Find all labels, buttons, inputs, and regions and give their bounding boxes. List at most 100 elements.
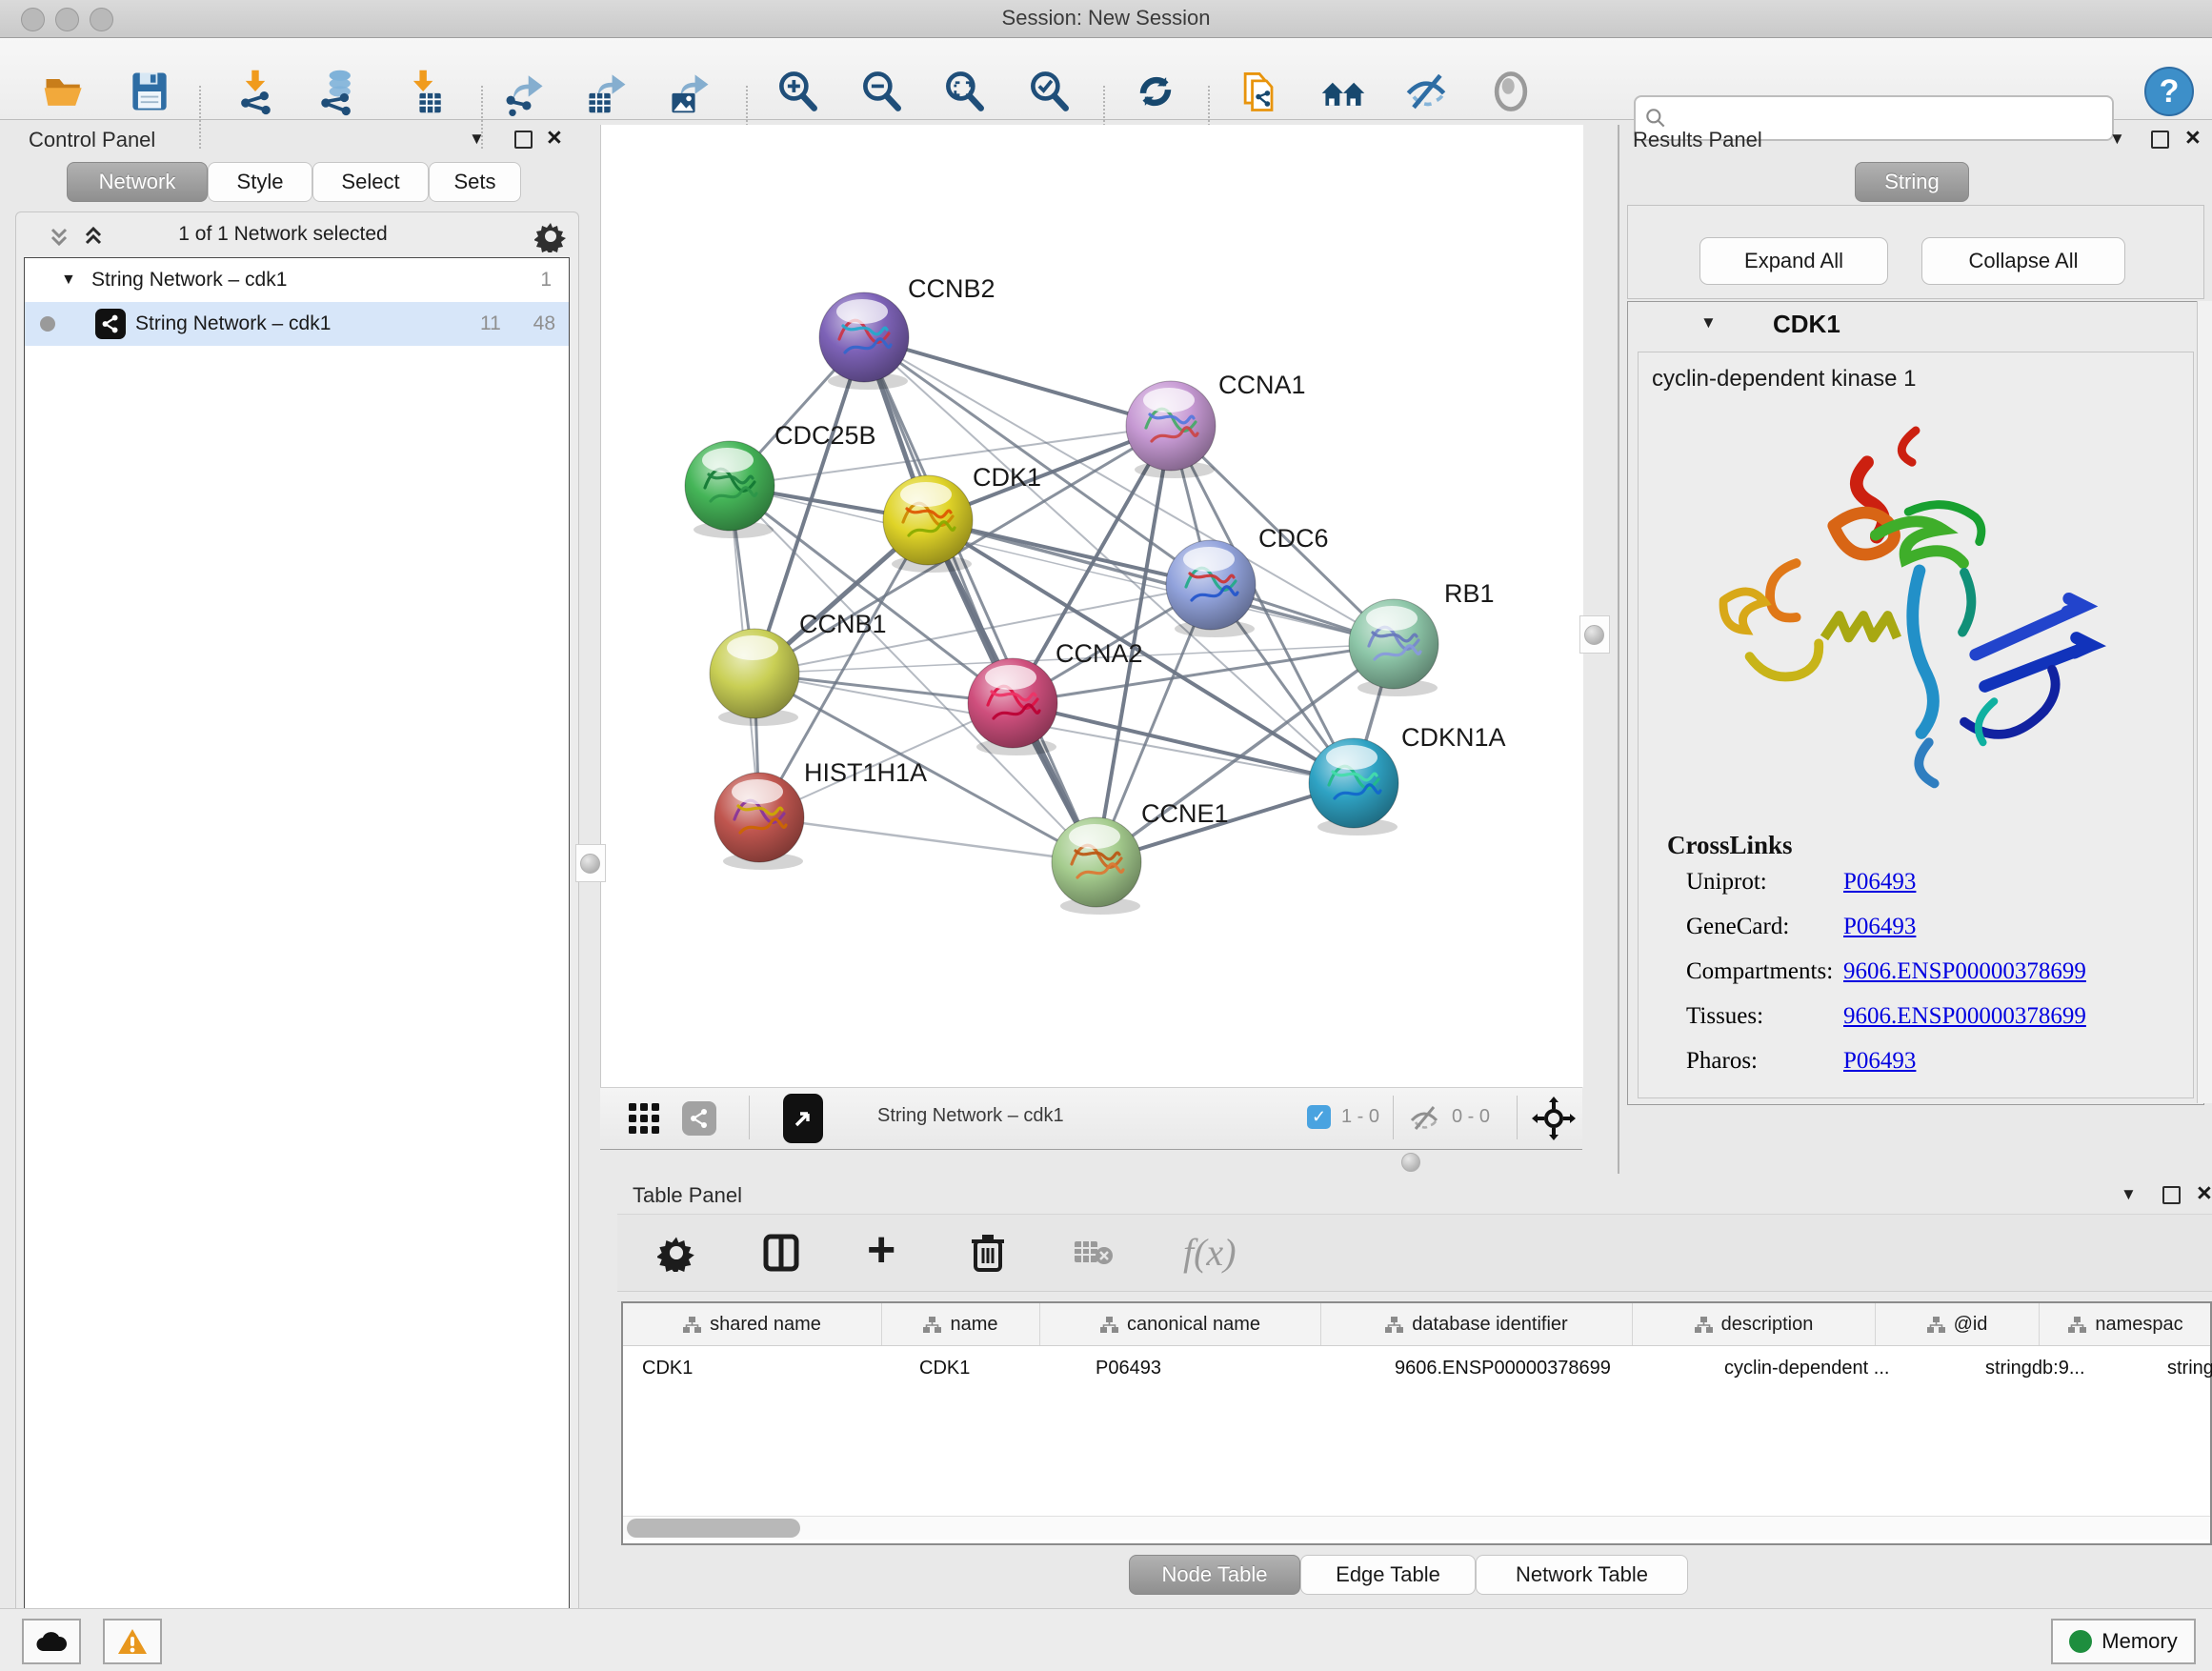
scrollbar-thumb[interactable] xyxy=(627,1519,800,1538)
cloud-status-button[interactable] xyxy=(22,1619,81,1664)
crosslink-link[interactable]: P06493 xyxy=(1843,914,1916,940)
network-graph[interactable]: CCNB2CCNA1CDC25BCDK1CDC6RB1CCNB1CCNA2CDK… xyxy=(601,125,1583,1087)
collection-expand-icon[interactable]: ▼ xyxy=(61,272,76,289)
import-table-icon[interactable] xyxy=(397,64,452,119)
tab-network[interactable]: Network xyxy=(67,162,208,202)
network-node-CCNB2[interactable] xyxy=(819,292,909,390)
table-cell[interactable]: cyclin-dependent ... xyxy=(1705,1346,1966,1390)
splitter-handle-icon[interactable] xyxy=(580,854,600,874)
import-network-file-icon[interactable] xyxy=(228,64,283,119)
horizontal-splitter-handle-icon[interactable] xyxy=(1401,1153,1420,1172)
collapse-all-button[interactable]: Collapse All xyxy=(1921,237,2125,285)
network-node-CDK1[interactable] xyxy=(883,475,973,573)
network-node-CDKN1A[interactable] xyxy=(1309,738,1398,836)
zoom-fit-icon[interactable] xyxy=(937,64,993,119)
zoom-out-icon[interactable] xyxy=(855,64,910,119)
collapse-all-networks-icon[interactable] xyxy=(45,222,73,255)
network-node-CCNA1[interactable] xyxy=(1126,381,1216,478)
results-scrollbar[interactable] xyxy=(2197,301,2212,1103)
tab-select[interactable]: Select xyxy=(312,162,429,202)
expand-all-button[interactable]: Expand All xyxy=(1699,237,1888,285)
save-session-icon[interactable] xyxy=(122,64,177,119)
birds-eye-view-icon[interactable] xyxy=(783,1094,823,1143)
network-canvas[interactable]: CCNB2CCNA1CDC25BCDK1CDC6RB1CCNB1CCNA2CDK… xyxy=(600,125,1583,1087)
zoom-in-icon[interactable] xyxy=(771,64,826,119)
tab-sets[interactable]: Sets xyxy=(429,162,521,202)
refresh-icon[interactable] xyxy=(1128,64,1183,119)
network-edge[interactable] xyxy=(1013,703,1354,783)
function-builder-icon[interactable]: f(x) xyxy=(1183,1230,1237,1275)
open-session-icon[interactable] xyxy=(37,64,92,119)
maximize-panel-icon[interactable] xyxy=(2162,1186,2181,1204)
table-gear-icon[interactable] xyxy=(657,1234,695,1277)
crosslink-link[interactable]: P06493 xyxy=(1843,1048,1916,1075)
table-row[interactable]: CDK1CDK1P064939606.ENSP00000378699cyclin… xyxy=(623,1346,2210,1390)
fit-selected-crosshair-icon[interactable] xyxy=(1532,1097,1576,1145)
splitter-handle-icon[interactable] xyxy=(1584,625,1604,645)
float-panel-icon[interactable]: ▼ xyxy=(2109,130,2125,149)
network-node-RB1[interactable] xyxy=(1349,599,1438,696)
tab-network-table[interactable]: Network Table xyxy=(1476,1555,1688,1595)
tab-string[interactable]: String xyxy=(1855,162,1969,202)
float-panel-icon[interactable]: ▼ xyxy=(2121,1185,2137,1204)
column-header--id[interactable]: @id xyxy=(1876,1303,2040,1345)
network-list-gear-icon[interactable] xyxy=(534,220,567,257)
hidden-eye-icon[interactable] xyxy=(1408,1103,1440,1137)
close-panel-icon[interactable]: × xyxy=(2197,1183,2212,1202)
table-cell[interactable]: CDK1 xyxy=(623,1346,900,1390)
grid-view-icon[interactable] xyxy=(627,1101,661,1140)
collapse-gene-icon[interactable]: ▼ xyxy=(1700,313,1717,332)
export-image-icon[interactable] xyxy=(662,64,717,119)
table-cell[interactable]: stringdb:9... xyxy=(1966,1346,2148,1390)
table-cell[interactable]: stringdb xyxy=(2148,1346,2212,1390)
export-network-icon[interactable] xyxy=(497,64,553,119)
network-node-CDC25B[interactable] xyxy=(685,441,774,538)
gene-header-row[interactable]: ▼ CDK1 xyxy=(1628,302,2203,346)
network-row-selected[interactable]: String Network – cdk1 11 48 xyxy=(25,302,569,346)
zoom-selected-icon[interactable] xyxy=(1022,64,1077,119)
warnings-button[interactable] xyxy=(103,1619,162,1664)
help-icon[interactable]: ? xyxy=(2142,64,2197,119)
delete-column-icon[interactable] xyxy=(968,1232,1008,1278)
table-h-scrollbar[interactable] xyxy=(623,1516,2210,1540)
show-hidden-icon[interactable] xyxy=(1483,64,1538,119)
column-header-canonical-name[interactable]: canonical name xyxy=(1040,1303,1321,1345)
network-node-CCNA2[interactable] xyxy=(968,658,1057,755)
export-table-icon[interactable] xyxy=(579,64,634,119)
column-header-shared-name[interactable]: shared name xyxy=(623,1303,882,1345)
selected-nodes-checkbox[interactable]: ✓ xyxy=(1307,1105,1331,1129)
column-header-name[interactable]: name xyxy=(882,1303,1040,1345)
column-header-description[interactable]: description xyxy=(1633,1303,1876,1345)
select-columns-icon[interactable] xyxy=(762,1234,800,1277)
network-node-CDC6[interactable] xyxy=(1166,540,1256,637)
network-edge[interactable] xyxy=(759,817,1096,862)
column-header-namespac[interactable]: namespac xyxy=(2040,1303,2212,1345)
tab-edge-table[interactable]: Edge Table xyxy=(1300,1555,1476,1595)
table-cell[interactable]: 9606.ENSP00000378699 xyxy=(1376,1346,1705,1390)
create-column-icon[interactable]: + xyxy=(867,1228,895,1272)
home-networks-icon[interactable] xyxy=(1316,64,1371,119)
network-node-CCNB1[interactable] xyxy=(710,629,799,726)
crosslink-link[interactable]: P06493 xyxy=(1843,869,1916,896)
crosslink-link[interactable]: 9606.ENSP00000378699 xyxy=(1843,1003,2086,1030)
network-edge[interactable] xyxy=(864,337,1171,426)
table-cell[interactable]: CDK1 xyxy=(900,1346,1076,1390)
string-style-icon[interactable] xyxy=(682,1101,716,1136)
network-node-CCNE1[interactable] xyxy=(1052,817,1141,915)
network-node-HIST1H1A[interactable] xyxy=(714,773,804,870)
table-cell[interactable]: P06493 xyxy=(1076,1346,1376,1390)
column-header-database-identifier[interactable]: database identifier xyxy=(1321,1303,1633,1345)
crosslink-link[interactable]: 9606.ENSP00000378699 xyxy=(1843,958,2086,985)
clone-network-icon[interactable] xyxy=(1232,64,1287,119)
float-panel-icon[interactable]: ▼ xyxy=(469,130,485,149)
hide-unhide-icon[interactable] xyxy=(1398,64,1454,119)
network-collection-row[interactable]: ▼ String Network – cdk1 1 xyxy=(25,258,569,302)
maximize-panel-icon[interactable] xyxy=(514,131,533,149)
close-panel-icon[interactable]: × xyxy=(547,128,562,147)
close-panel-icon[interactable]: × xyxy=(2185,128,2201,147)
tab-node-table[interactable]: Node Table xyxy=(1129,1555,1300,1595)
tab-style[interactable]: Style xyxy=(208,162,312,202)
expand-all-networks-icon[interactable] xyxy=(79,222,108,255)
memory-button[interactable]: Memory xyxy=(2051,1619,2196,1664)
import-network-database-icon[interactable] xyxy=(310,64,365,119)
